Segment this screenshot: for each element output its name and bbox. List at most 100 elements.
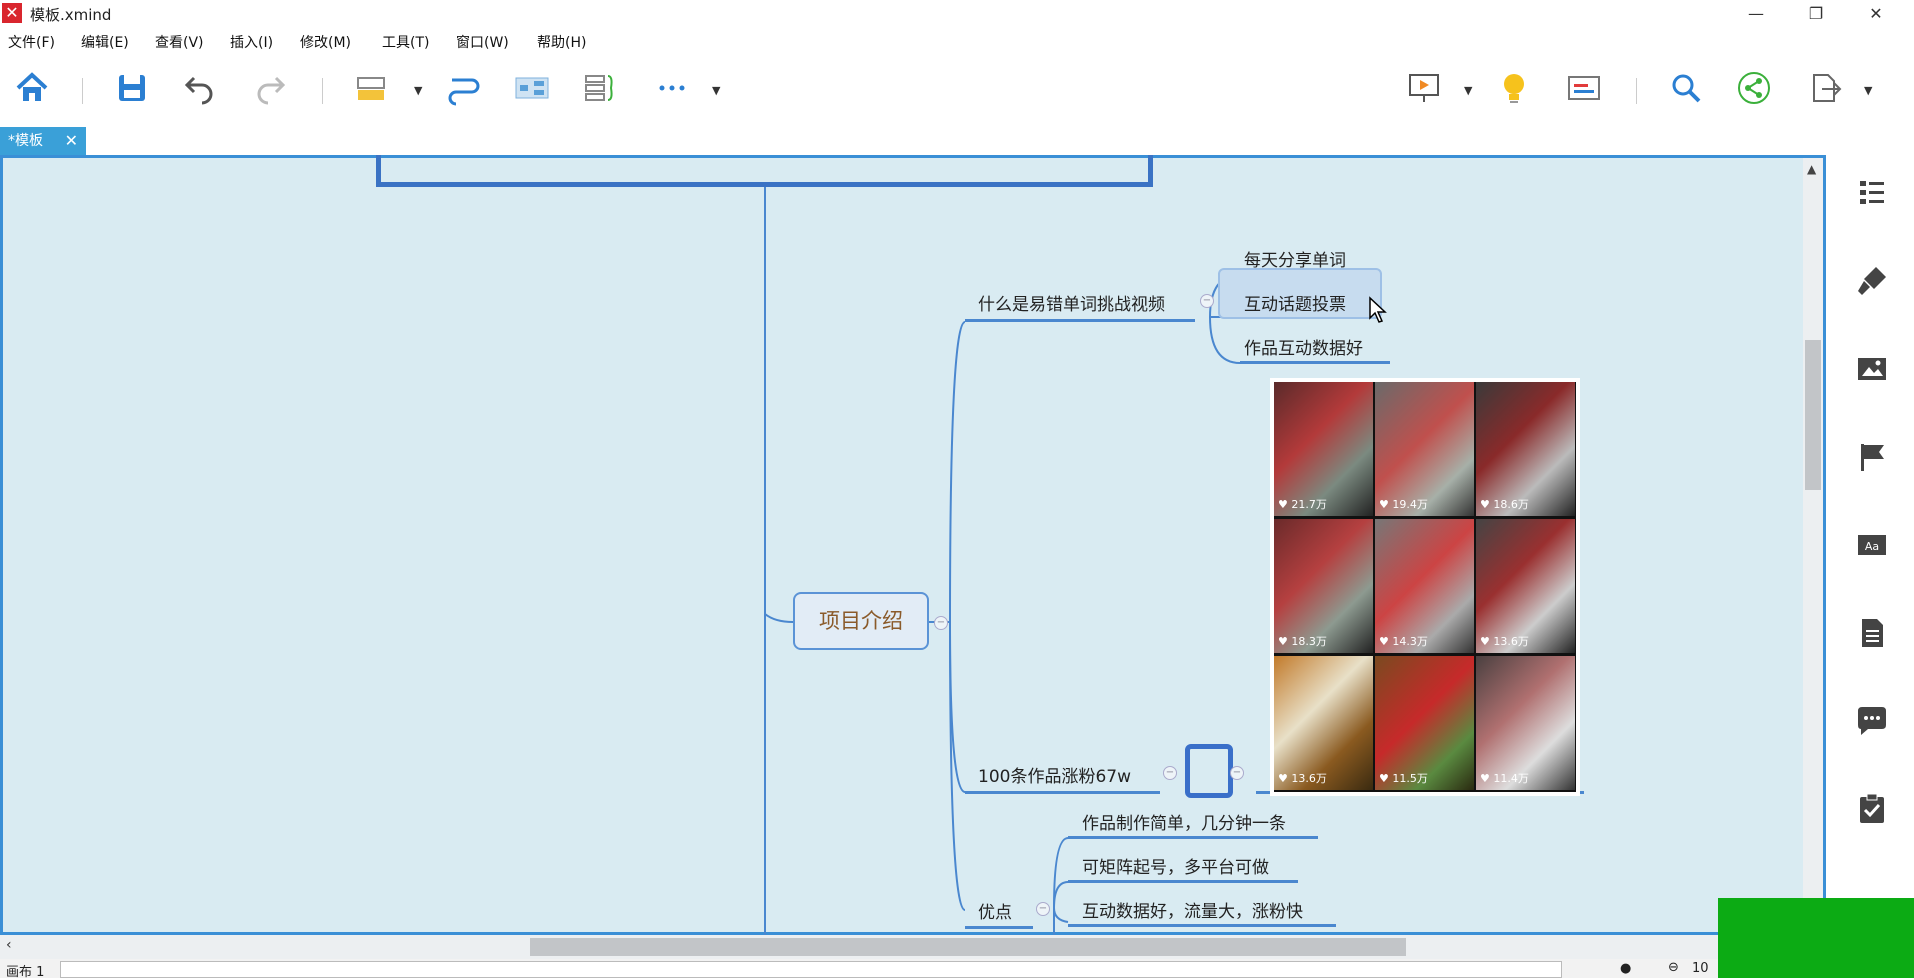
scroll-thumb[interactable] [1805, 340, 1821, 490]
redo-icon[interactable] [252, 70, 288, 106]
tab-label: *模板 [8, 133, 43, 149]
more-icon[interactable] [654, 70, 690, 106]
sheet-tab-strip [60, 961, 1562, 978]
empty-topic-node[interactable] [1185, 744, 1233, 798]
toolbar-separator [82, 78, 83, 104]
subtopic-traffic[interactable]: 互动数据好，流量大，涨粉快 [1082, 897, 1303, 922]
xmind-logo-icon: ✕ [2, 3, 22, 23]
mouse-cursor-icon [1369, 296, 1387, 323]
menu-bar: 文件(F) 编辑(E) 查看(V) 插入(I) 修改(M) 工具(T) 窗口(W… [0, 28, 1914, 54]
undo-icon[interactable] [182, 70, 218, 106]
task-icon[interactable] [1854, 791, 1890, 827]
menu-insert[interactable]: 插入(I) [230, 32, 273, 52]
collapse-toggle[interactable]: − [1230, 766, 1244, 780]
boundary-icon[interactable] [582, 70, 618, 106]
tab-template[interactable]: *模板 ✕ [0, 127, 86, 155]
floating-topic-box[interactable] [376, 155, 1153, 187]
video-thumbnail: ♥ 14.3万 [1375, 519, 1474, 653]
menu-window[interactable]: 窗口(W) [456, 32, 509, 52]
share-icon[interactable] [1736, 70, 1772, 106]
save-icon[interactable] [114, 70, 150, 106]
restore-button[interactable]: ❐ [1788, 0, 1844, 28]
label-icon[interactable]: Aa [1854, 527, 1890, 563]
menu-tools[interactable]: 工具(T) [382, 32, 429, 52]
relationship-icon[interactable] [446, 70, 482, 106]
video-thumbnail: ♥ 11.4万 [1476, 656, 1575, 790]
minimize-button[interactable]: — [1728, 0, 1784, 28]
collapse-toggle[interactable]: − [1036, 902, 1050, 916]
menu-edit[interactable]: 编辑(E) [81, 32, 129, 52]
menu-file[interactable]: 文件(F) [8, 32, 55, 52]
branch-topic-advantages[interactable]: 优点 [978, 898, 1012, 923]
info-icon[interactable]: ● [1620, 961, 1631, 976]
comment-icon[interactable] [1854, 703, 1890, 739]
video-thumbnail: ♥ 11.5万 [1375, 656, 1474, 790]
topic-underline [1240, 361, 1390, 364]
video-thumbnail: ♥ 13.6万 [1274, 656, 1373, 790]
summary-icon[interactable] [514, 70, 550, 106]
topic-underline [1068, 880, 1298, 883]
subtopic-good-data[interactable]: 作品互动数据好 [1244, 334, 1363, 359]
scroll-thumb[interactable] [530, 938, 1406, 956]
like-count: ♥ 18.6万 [1480, 498, 1529, 511]
gantt-icon[interactable] [1566, 70, 1602, 106]
vertical-scrollbar[interactable]: ▲ [1803, 158, 1823, 935]
collapse-toggle[interactable]: − [1200, 294, 1214, 308]
like-count: ♥ 11.4万 [1480, 772, 1529, 785]
menu-view[interactable]: 查看(V) [155, 32, 204, 52]
presentation-icon[interactable] [1406, 70, 1442, 106]
topic-underline [965, 926, 1033, 929]
menu-help[interactable]: 帮助(H) [537, 32, 586, 52]
chevron-down-icon[interactable]: ▼ [1464, 84, 1472, 97]
topic-icon[interactable] [354, 70, 390, 106]
lightbulb-icon[interactable] [1496, 70, 1532, 106]
zoom-out-icon[interactable]: ⊖ [1668, 960, 1679, 975]
chevron-down-icon[interactable]: ▼ [1864, 84, 1872, 97]
outline-icon[interactable] [1854, 175, 1890, 211]
toolbar-separator [322, 78, 323, 104]
video-thumbnail: ♥ 18.3万 [1274, 519, 1373, 653]
video-thumbnail: ♥ 18.6万 [1476, 382, 1575, 516]
chevron-down-icon[interactable]: ▼ [712, 84, 720, 97]
like-count: ♥ 11.5万 [1379, 772, 1428, 785]
notes-icon[interactable] [1854, 615, 1890, 651]
branch-topic-followers[interactable]: 100条作品涨粉67w [978, 762, 1131, 787]
close-icon[interactable]: ✕ [65, 127, 78, 155]
subtopic-vote[interactable]: 互动话题投票 [1244, 290, 1346, 315]
home-icon[interactable] [14, 70, 50, 106]
image-icon[interactable] [1854, 351, 1890, 387]
video-thumbnail: ♥ 21.7万 [1274, 382, 1373, 516]
export-icon[interactable] [1806, 70, 1842, 106]
subtopic-matrix[interactable]: 可矩阵起号，多平台可做 [1082, 853, 1269, 878]
title-bar: ✕ 模板.xmind — ❐ ✕ [0, 0, 1914, 28]
chevron-down-icon[interactable]: ▼ [414, 84, 422, 97]
video-thumbnail: ♥ 19.4万 [1375, 382, 1474, 516]
central-topic[interactable]: 项目介绍 [793, 592, 929, 650]
chevron-left-icon[interactable]: ‹ [6, 937, 12, 953]
marker-flag-icon[interactable] [1854, 439, 1890, 475]
search-icon[interactable] [1668, 70, 1704, 106]
sheet-label[interactable]: 画布 1 [6, 961, 44, 980]
branch-topic-what-is[interactable]: 什么是易错单词挑战视频 [978, 290, 1165, 315]
topic-underline [1068, 924, 1336, 927]
format-brush-icon[interactable] [1854, 263, 1890, 299]
like-count: ♥ 18.3万 [1278, 635, 1327, 648]
toolbar: ▼ ▼ ▼ ▼ [0, 62, 1914, 124]
topic-underline [1068, 836, 1318, 839]
like-count: ♥ 13.6万 [1480, 635, 1529, 648]
menu-modify[interactable]: 修改(M) [300, 32, 351, 52]
video-thumbnail: ♥ 13.6万 [1476, 519, 1575, 653]
collapse-toggle[interactable]: − [1163, 766, 1177, 780]
tab-bar: *模板 ✕ [0, 127, 1914, 155]
toolbar-separator [1636, 78, 1637, 104]
collapse-toggle[interactable]: − [934, 616, 948, 630]
zoom-level: 10 [1692, 961, 1709, 976]
close-window-button[interactable]: ✕ [1848, 0, 1904, 28]
overlay-block [1718, 898, 1914, 978]
like-count: ♥ 21.7万 [1278, 498, 1327, 511]
horizontal-scrollbar[interactable]: ‹ [0, 935, 1826, 959]
chevron-up-icon[interactable]: ▲ [1807, 162, 1816, 176]
right-sidebar: Aa [1826, 155, 1914, 900]
image-grid[interactable]: ♥ 21.7万 ♥ 19.4万 ♥ 18.6万 ♥ 18.3万 ♥ 14.3万 … [1270, 378, 1580, 796]
subtopic-easy-make[interactable]: 作品制作简单，几分钟一条 [1082, 809, 1286, 834]
